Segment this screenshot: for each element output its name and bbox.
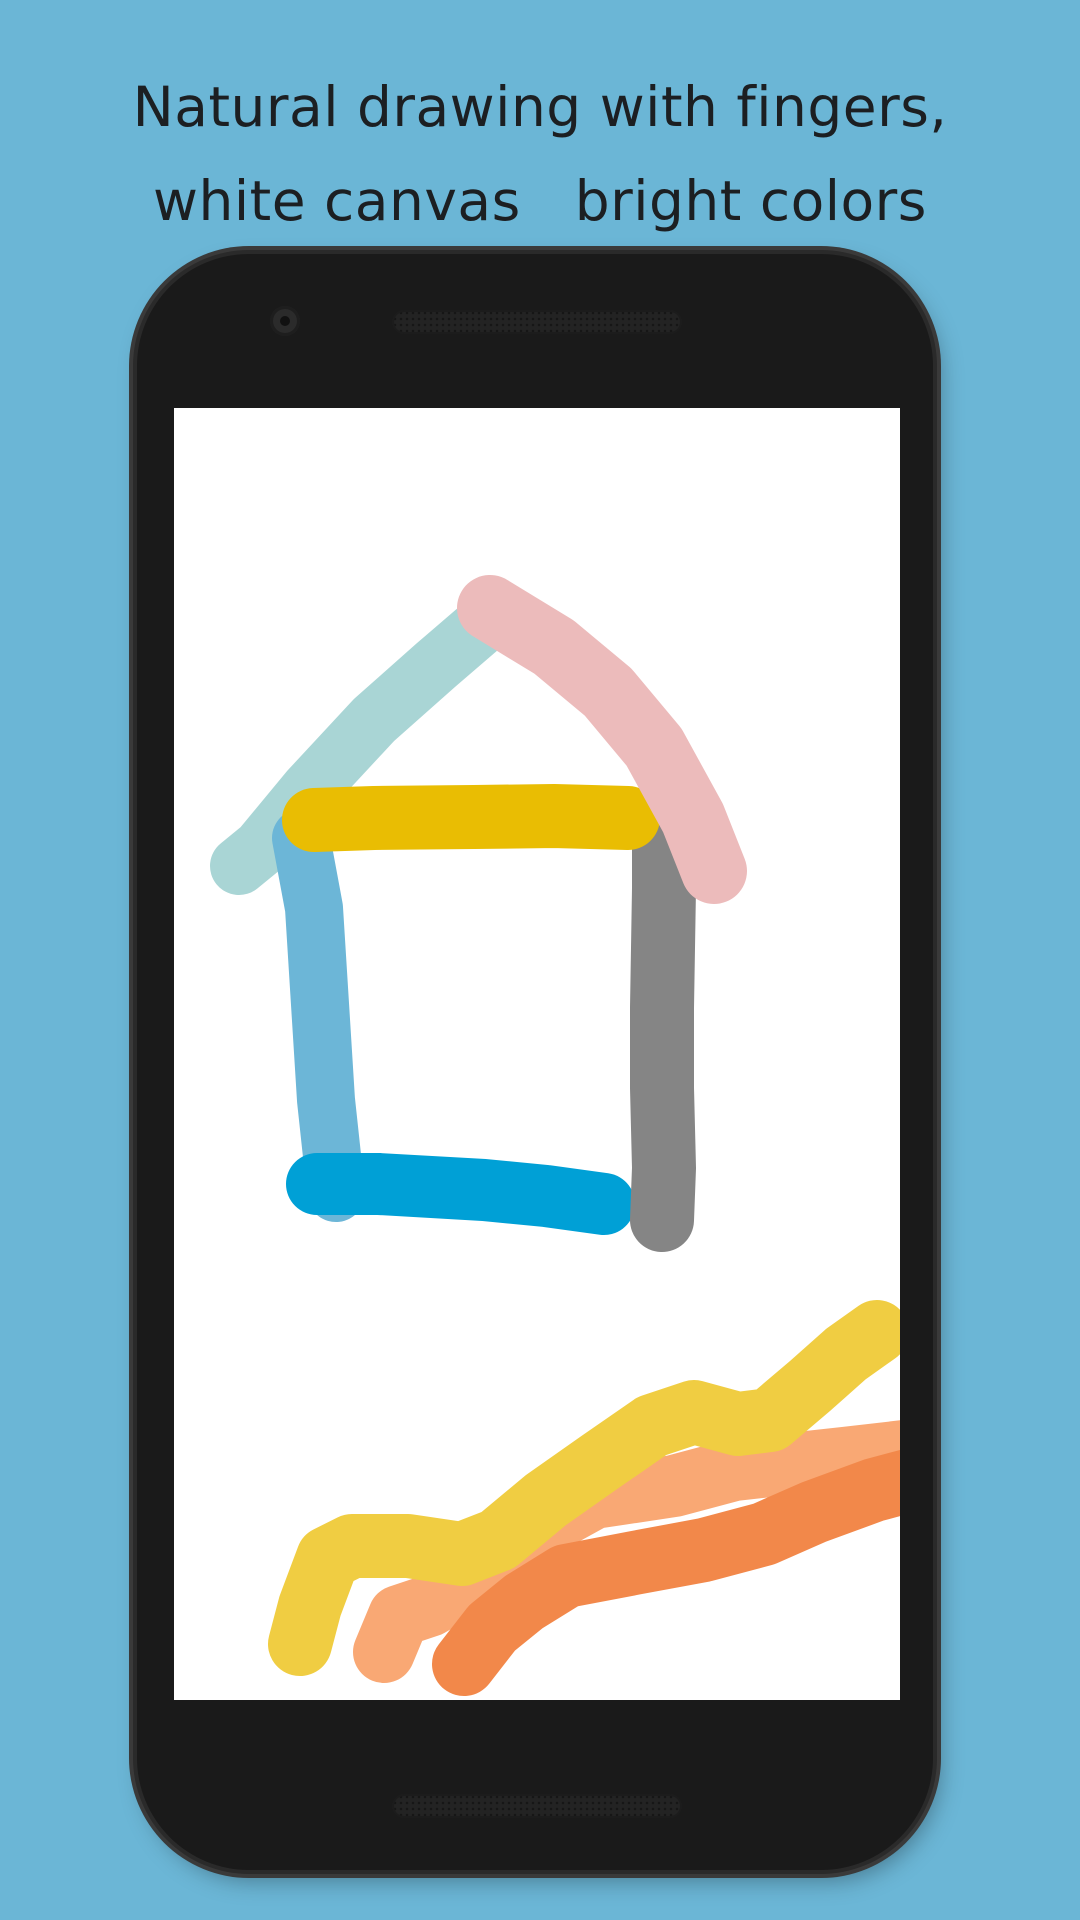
floor-stroke — [286, 1153, 635, 1235]
power-button — [933, 675, 941, 785]
bottom-speaker — [392, 1794, 682, 1818]
earpiece-speaker — [392, 310, 682, 334]
beam-stroke — [282, 784, 660, 852]
wall-right-stroke — [630, 794, 696, 1252]
canvas-drawing[interactable] — [174, 408, 900, 1700]
caption-line-2: white canvas bright colors — [153, 169, 927, 233]
promo-caption: Natural drawing with fingers, white canv… — [0, 60, 1080, 248]
caption-line-1: Natural drawing with fingers, — [132, 75, 948, 139]
wall-left-stroke — [272, 809, 365, 1222]
drawing-canvas[interactable] — [174, 408, 900, 1700]
volume-button — [933, 895, 941, 1135]
camera-icon — [270, 306, 300, 336]
